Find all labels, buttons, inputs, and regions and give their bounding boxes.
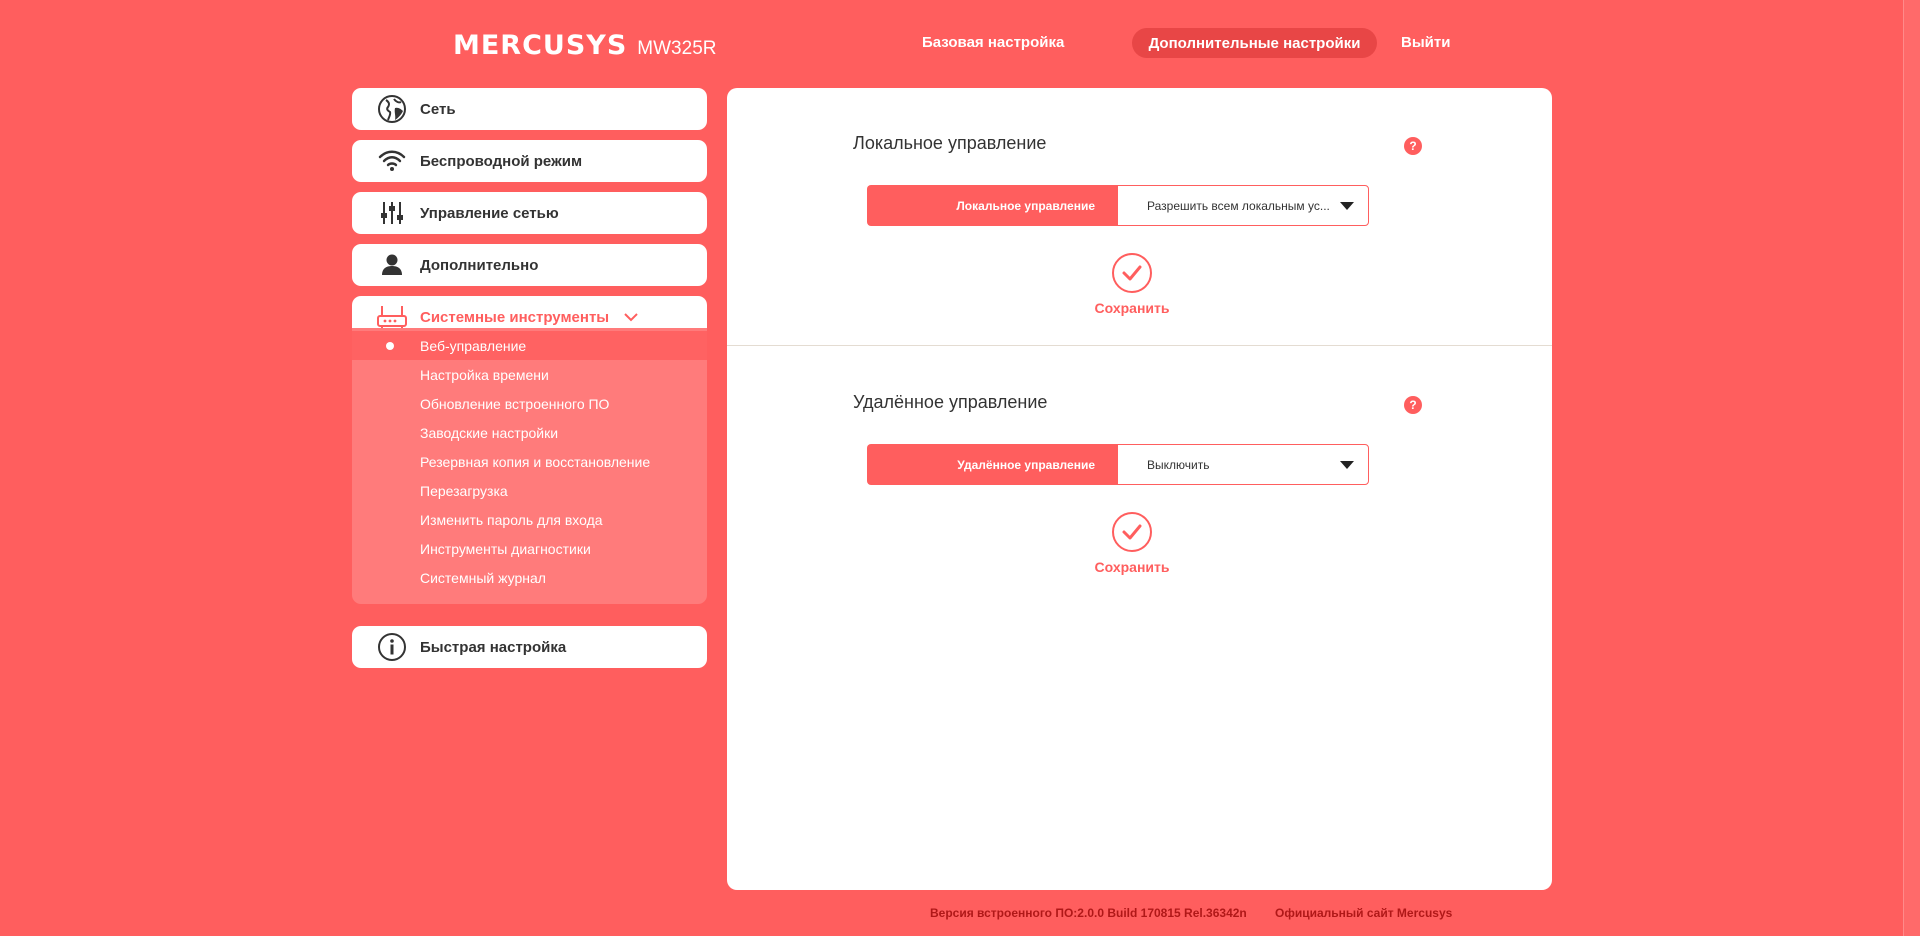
sliders-icon	[376, 197, 408, 229]
nav-logout[interactable]: Выйти	[1401, 34, 1450, 51]
model-name: MW325R	[637, 38, 717, 59]
submenu-item-label: Инструменты диагностики	[420, 540, 591, 557]
globe-icon	[376, 93, 408, 125]
submenu-item-label: Обновление встроенного ПО	[420, 395, 610, 412]
sidebar-item-label: Системные инструменты	[420, 308, 610, 326]
user-icon	[376, 249, 408, 281]
sidebar-item-label: Сеть	[420, 100, 456, 118]
submenu-item-time-settings[interactable]: Настройка времени	[352, 360, 707, 389]
remote-management-value: Выключить	[1147, 457, 1210, 472]
sidebar-item-wireless[interactable]: Беспроводной режим	[352, 140, 707, 182]
submenu-item-web-management[interactable]: Веб-управление	[352, 331, 707, 360]
submenu-item-label: Заводские настройки	[420, 424, 559, 441]
local-management-row: Локальное управление Разрешить всем лока…	[867, 185, 1369, 226]
section-divider	[727, 345, 1552, 346]
local-save-button[interactable]: Сохранить	[1092, 253, 1172, 316]
sidebar-item-quick-setup[interactable]: Быстрая настройка	[352, 626, 707, 668]
submenu-item-diagnostics[interactable]: Инструменты диагностики	[352, 534, 707, 563]
sidebar-item-label: Беспроводной режим	[420, 152, 583, 170]
page: MERCUSYS MW325R Базовая настройка Дополн…	[0, 0, 1920, 936]
submenu-item-label: Изменить пароль для входа	[420, 511, 603, 528]
submenu-item-label: Резервная копия и восстановление	[420, 453, 651, 470]
dropdown-caret-icon	[1340, 202, 1354, 210]
info-icon	[376, 631, 408, 663]
sidebar-item-network-control[interactable]: Управление сетью	[352, 192, 707, 234]
sidebar-item-label: Управление сетью	[420, 204, 559, 222]
submenu-item-change-password[interactable]: Изменить пароль для входа	[352, 505, 707, 534]
sidebar-item-network[interactable]: Сеть	[352, 88, 707, 130]
remote-management-label: Удалённое управление	[867, 444, 1117, 485]
brand-name: MERCUSYS	[453, 30, 628, 61]
submenu-item-label: Перезагрузка	[420, 482, 508, 499]
firmware-version: Версия встроенного ПО:2.0.0 Build 170815…	[930, 906, 1247, 920]
remote-management-row: Удалённое управление Выключить	[867, 444, 1369, 485]
local-management-select[interactable]: Разрешить всем локальным ус...	[1117, 185, 1369, 226]
wifi-icon	[376, 145, 408, 177]
remote-save-button[interactable]: Сохранить	[1092, 512, 1172, 575]
nav-advanced-settings[interactable]: Дополнительные настройки	[1132, 28, 1377, 58]
submenu-item-reboot[interactable]: Перезагрузка	[352, 476, 707, 505]
submenu-item-label: Настройка времени	[420, 366, 549, 383]
submenu-item-factory-defaults[interactable]: Заводские настройки	[352, 418, 707, 447]
submenu-item-label: Веб-управление	[420, 337, 527, 354]
submenu-item-system-log[interactable]: Системный журнал	[352, 563, 707, 592]
main-panel: Локальное управление ? Локальное управле…	[727, 88, 1552, 890]
local-management-title: Локальное управление	[853, 133, 1047, 153]
sidebar-item-label: Дополнительно	[420, 256, 539, 274]
remote-management-title: Удалённое управление	[853, 392, 1048, 412]
system-tools-submenu: Веб-управление Настройка времени Обновле…	[352, 328, 707, 604]
submenu-item-label: Системный журнал	[420, 569, 546, 586]
sidebar-item-additional[interactable]: Дополнительно	[352, 244, 707, 286]
chevron-down-icon	[623, 312, 639, 322]
local-help-icon[interactable]: ?	[1404, 137, 1422, 155]
remote-help-icon[interactable]: ?	[1404, 396, 1422, 414]
local-management-label: Локальное управление	[867, 185, 1117, 226]
scrollbar[interactable]	[1903, 0, 1920, 936]
checkmark-icon	[1112, 512, 1152, 552]
save-label: Сохранить	[1094, 559, 1170, 575]
checkmark-icon	[1112, 253, 1152, 293]
save-label: Сохранить	[1094, 300, 1170, 316]
submenu-item-firmware-update[interactable]: Обновление встроенного ПО	[352, 389, 707, 418]
local-management-value: Разрешить всем локальным ус...	[1147, 198, 1330, 213]
active-dot-icon	[386, 341, 394, 350]
dropdown-caret-icon	[1340, 461, 1354, 469]
logo: MERCUSYS MW325R	[453, 30, 716, 61]
official-site-link[interactable]: Официальный сайт Mercusys	[1275, 906, 1452, 920]
nav-basic-settings[interactable]: Базовая настройка	[922, 34, 1064, 51]
remote-management-select[interactable]: Выключить	[1117, 444, 1369, 485]
submenu-item-backup-restore[interactable]: Резервная копия и восстановление	[352, 447, 707, 476]
sidebar-item-label: Быстрая настройка	[420, 638, 567, 656]
